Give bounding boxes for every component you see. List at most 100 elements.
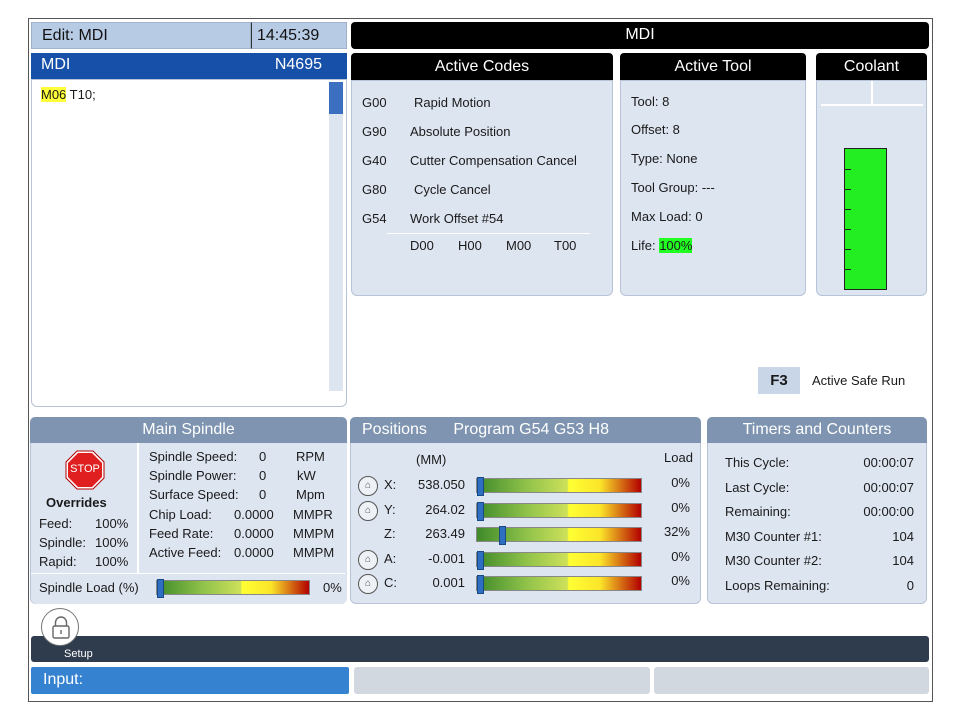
tool-number: Tool: 8 <box>631 94 670 109</box>
axis-y-load-bar <box>476 501 642 521</box>
axis-a-load-value: 0% <box>671 548 690 564</box>
tool-life-label: Life: <box>631 238 660 253</box>
axis-z-load-bar <box>476 526 642 545</box>
active-code-extra: M00 <box>506 238 532 253</box>
timers-panel: Timers and Counters This Cycle: 00:00:07 L… <box>707 417 927 604</box>
clock-time: 14:45:39 <box>257 27 320 44</box>
code-text: T10; <box>66 87 96 102</box>
axis-y-label: Y: <box>384 501 396 517</box>
axis-c-label: C: <box>384 575 397 590</box>
home-axis-c-icon[interactable]: ⌂ <box>358 574 378 594</box>
positions-program: Program G54 G53 H8 <box>453 421 609 438</box>
active-code-g40: G40 <box>362 153 387 168</box>
coolant-scale-tick <box>845 209 851 210</box>
spindle-stat-value: 0.0000 <box>234 545 274 560</box>
coolant-scale-tick <box>845 269 851 270</box>
override-value: 100% <box>95 535 129 550</box>
override-value: 100% <box>95 554 129 569</box>
timers-title: Timers and Counters <box>742 421 892 438</box>
stop-button[interactable]: STOP <box>65 450 105 490</box>
axis-z-label: Z: <box>384 526 396 541</box>
main-spindle-header: Main Spindle <box>30 417 347 443</box>
mode-title-bar: MDI <box>351 22 929 49</box>
tool-type: Type: None <box>631 151 698 166</box>
spindle-stat-unit: RPM <box>296 449 325 464</box>
f3-key-button[interactable]: F3 <box>758 367 800 394</box>
home-axis-y-icon[interactable]: ⌂ <box>358 500 378 521</box>
timer-label: Loops Remaining: <box>725 577 830 593</box>
axis-y-load-value: 0% <box>671 499 690 515</box>
axis-y-load-marker <box>477 501 484 521</box>
timers-header: Timers and Counters <box>707 417 927 443</box>
tool-max-load: Max Load: 0 <box>631 209 703 224</box>
axis-z-value: 263.49 <box>425 526 465 541</box>
coolant-header: Coolant <box>816 53 927 80</box>
axis-c-load-marker <box>477 575 484 594</box>
active-code-desc: Absolute Position <box>410 124 511 139</box>
active-code-desc: Cutter Compensation Cancel <box>410 153 577 168</box>
active-code-g90: G90 <box>362 124 387 139</box>
timer-value: 00:00:07 <box>863 455 914 470</box>
timer-label: M30 Counter #1: <box>725 528 822 544</box>
tool-life: Life: 100% <box>631 238 693 253</box>
editor-code-line: M06 T10; <box>41 87 96 102</box>
mode-title: MDI <box>625 26 655 43</box>
clock-display: 14:45:39 <box>251 22 347 49</box>
edit-mode-header: Edit: MDI <box>31 22 251 49</box>
axis-c-value: 0.001 <box>432 575 465 590</box>
coolant-level-tank <box>844 148 887 290</box>
coolant-scale-tick <box>845 229 851 230</box>
edit-mode-label: Edit: MDI <box>42 27 108 44</box>
setup-button[interactable] <box>41 608 79 646</box>
input-field[interactable]: Input: <box>31 667 349 694</box>
coolant-title: Coolant <box>843 58 900 75</box>
spindle-stat-unit: MMPR <box>293 506 333 522</box>
spindle-stat-label: Spindle Power: <box>149 468 237 484</box>
main-spindle-panel: Main Spindle STOP Overrides Feed: 100% Spi… <box>30 417 347 604</box>
axis-z-load-marker <box>499 526 507 545</box>
input-label: Input: <box>43 671 84 688</box>
coolant-scale-tick <box>845 249 851 250</box>
timer-label: Remaining: <box>725 504 791 519</box>
editor-body[interactable]: M06 T10; <box>31 79 347 407</box>
override-label: Rapid: <box>39 554 77 569</box>
axis-x-load-marker <box>477 477 484 496</box>
code-highlight: M06 <box>41 87 67 102</box>
spindle-load-label: Spindle Load (%) <box>39 580 139 595</box>
home-axis-x-icon[interactable]: ⌂ <box>358 476 378 496</box>
spindle-load-bar <box>156 579 310 598</box>
editor-scrollbar[interactable] <box>329 82 343 391</box>
active-code-g00: G00 <box>362 95 387 110</box>
home-axis-a-icon[interactable]: ⌂ <box>358 549 378 570</box>
timer-value: 0 <box>906 577 914 593</box>
editor-scroll-thumb[interactable] <box>329 82 343 114</box>
active-code-desc: Rapid Motion <box>414 95 491 110</box>
spindle-stat-label: Surface Speed: <box>149 487 239 503</box>
spindle-load-value: 0% <box>323 580 342 595</box>
timer-value: 104 <box>892 553 914 568</box>
axis-c-load-value: 0% <box>671 573 690 588</box>
timer-value: 00:00:07 <box>863 479 914 495</box>
axis-c-load-bar <box>476 575 642 594</box>
coolant-scale-tick <box>845 169 851 170</box>
safe-run-label: Active Safe Run <box>812 373 906 388</box>
active-codes-title: Active Codes <box>434 58 530 75</box>
override-label: Spindle: <box>39 535 86 550</box>
spindle-stat-label: Feed Rate: <box>149 525 214 541</box>
positions-units: (MM) <box>416 452 447 467</box>
tool-group: Tool Group: --- <box>631 180 715 195</box>
timer-label: Last Cycle: <box>725 479 790 495</box>
editor-header: MDI N4695 <box>31 53 347 79</box>
active-tool-header: Active Tool <box>620 53 806 80</box>
spindle-stat-label: Spindle Speed: <box>149 449 238 464</box>
axis-x-load-bar <box>476 477 642 496</box>
lock-icon <box>52 616 70 639</box>
codes-divider <box>387 233 590 234</box>
active-code-desc: Cycle Cancel <box>414 182 491 197</box>
active-codes-header: Active Codes <box>351 53 613 80</box>
timer-value: 00:00:00 <box>863 504 914 519</box>
input-status-box-2 <box>654 667 929 694</box>
f3-key-label: F3 <box>770 372 788 389</box>
coolant-scale-tick <box>845 189 851 190</box>
active-code-extra: T00 <box>554 238 577 253</box>
